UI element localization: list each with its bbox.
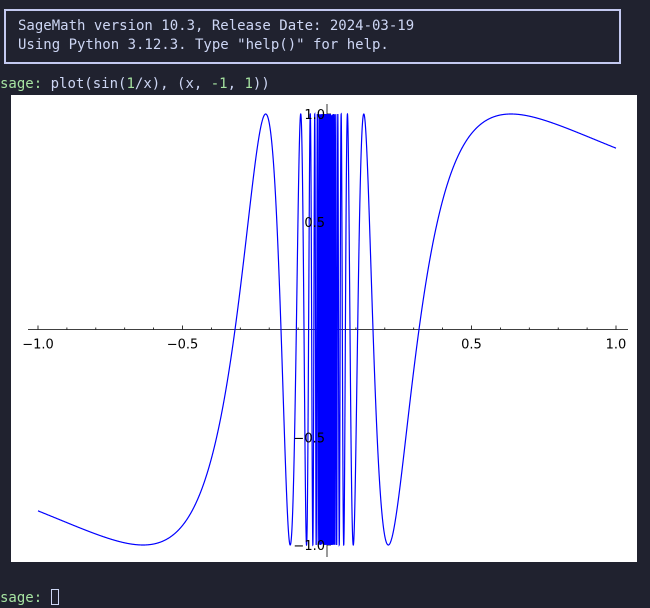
banner-version-line: SageMath version 10.3, Release Date: 202… <box>18 18 415 34</box>
cmd-text: /x), (x, <box>134 76 211 92</box>
prompt: sage: <box>0 76 43 92</box>
banner-python-line: Using Python 3.12.3. Type "help()" for h… <box>18 37 389 53</box>
plot-image: −1.0 −0.5 0.5 1.0 1.0 0.5 −0.5 −1.0 <box>11 95 637 562</box>
cmd-number: -1 <box>210 76 228 92</box>
x-tick-label: 0.5 <box>461 338 482 353</box>
cmd-number: 1 <box>244 76 253 92</box>
cmd-text: plot(sin( <box>42 76 127 92</box>
y-tick-label: −1.0 <box>293 539 325 554</box>
version-banner: SageMath version 10.3, Release Date: 202… <box>4 9 621 64</box>
command-line: sage: plot(sin(1/x), (x, -1, 1)) <box>0 76 270 92</box>
x-tick-label: −1.0 <box>22 338 54 353</box>
x-tick-label: 1.0 <box>606 338 627 353</box>
cmd-text: )) <box>252 76 270 92</box>
sin-plot: −1.0 −0.5 0.5 1.0 1.0 0.5 −0.5 −1.0 <box>22 104 628 557</box>
y-tick-label: 1.0 <box>304 108 325 123</box>
x-tick-label: −0.5 <box>167 338 199 353</box>
cmd-text: , <box>227 76 245 92</box>
cursor <box>50 589 59 605</box>
cmd-number: 1 <box>126 76 135 92</box>
input-line[interactable]: sage: <box>0 589 59 606</box>
y-tick-label: 0.5 <box>304 216 325 231</box>
y-tick-label: −0.5 <box>293 431 325 446</box>
prompt: sage: <box>0 590 43 606</box>
